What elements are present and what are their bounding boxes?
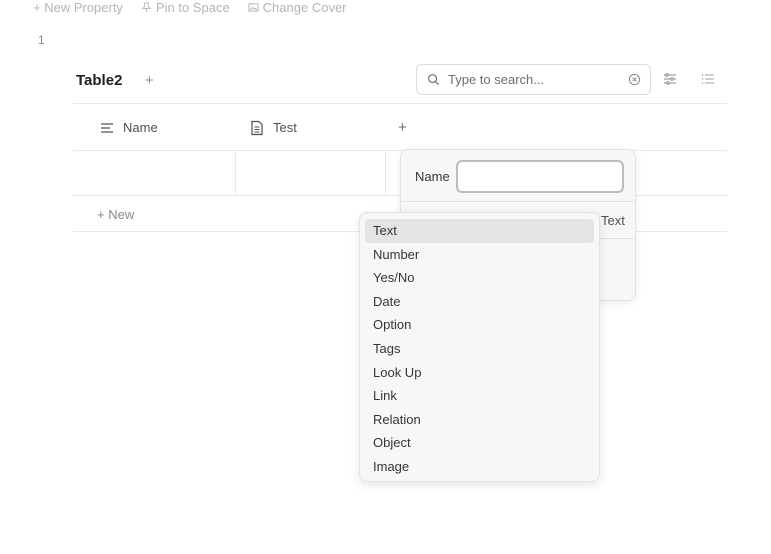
type-option-tags[interactable]: Tags <box>365 337 594 361</box>
column-header-test[interactable]: Test <box>249 104 297 151</box>
type-option-yes-no[interactable]: Yes/No <box>365 266 594 290</box>
change-cover-button[interactable]: Change Cover <box>248 0 347 14</box>
add-view-button[interactable]: + <box>145 72 154 89</box>
property-type-menu: Text Number Yes/No Date Option Tags Look… <box>359 212 600 482</box>
page-toolbar: + New Property Pin to Space Change Cover <box>33 0 347 14</box>
filter-settings-icon[interactable] <box>663 72 677 86</box>
search-input[interactable] <box>448 72 618 87</box>
new-property-button[interactable]: + New Property <box>33 0 123 14</box>
table-header: Table2 + <box>73 64 727 104</box>
search-box[interactable] <box>416 64 651 95</box>
cell-divider <box>385 151 386 195</box>
property-name-label: Name <box>415 169 450 184</box>
property-name-input[interactable] <box>456 160 624 193</box>
cell-divider <box>235 151 236 195</box>
type-option-number[interactable]: Number <box>365 243 594 267</box>
new-row-button[interactable]: + New <box>97 207 134 222</box>
image-icon <box>248 2 259 12</box>
type-option-object[interactable]: Object <box>365 431 594 455</box>
type-option-option[interactable]: Option <box>365 313 594 337</box>
clear-search-icon[interactable] <box>628 73 641 86</box>
document-icon <box>251 120 263 135</box>
list-view-icon[interactable] <box>701 72 715 86</box>
add-column-button[interactable]: + <box>398 104 407 151</box>
type-option-image[interactable]: Image <box>365 455 594 479</box>
type-option-link[interactable]: Link <box>365 384 594 408</box>
column-header-row: Name Test + <box>73 104 727 151</box>
pin-icon <box>141 1 152 12</box>
table-title[interactable]: Table2 <box>76 72 122 89</box>
type-option-date[interactable]: Date <box>365 290 594 314</box>
pin-to-space-button[interactable]: Pin to Space <box>141 0 230 14</box>
line-number: 1 <box>38 33 45 47</box>
text-lines-icon <box>101 122 113 133</box>
search-icon <box>428 74 440 86</box>
type-option-text[interactable]: Text <box>365 219 594 243</box>
type-option-relation[interactable]: Relation <box>365 408 594 432</box>
column-header-name[interactable]: Name <box>99 104 158 151</box>
property-type-value[interactable]: Text <box>601 213 625 228</box>
divider <box>401 201 635 202</box>
type-option-look-up[interactable]: Look Up <box>365 361 594 385</box>
